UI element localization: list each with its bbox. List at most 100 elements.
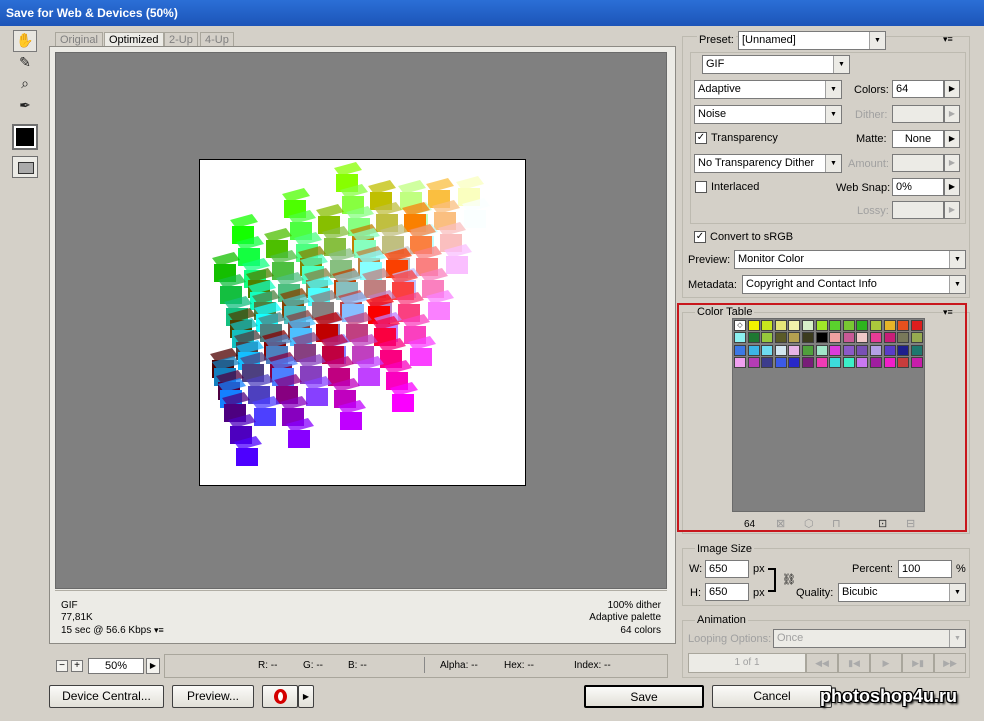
looping-options-select[interactable]: Once ▼ (773, 629, 966, 648)
next-frame-icon[interactable]: ▶▮ (902, 653, 934, 673)
color-swatch[interactable] (883, 344, 896, 356)
browser-preview-button[interactable] (262, 685, 298, 708)
web-snap-stepper-arrow[interactable]: ▶ (944, 178, 960, 196)
color-swatch[interactable] (829, 344, 842, 356)
slice-select-tool-icon[interactable]: ✎ (13, 52, 37, 74)
color-swatch[interactable] (870, 332, 882, 344)
play-icon[interactable]: ▶ (870, 653, 902, 673)
dither-stepper-arrow[interactable]: ▶ (944, 105, 960, 123)
delete-color-icon[interactable]: ⊟ (906, 517, 915, 530)
color-swatch[interactable]: ◇ (734, 320, 746, 331)
color-reduction-select[interactable]: Adaptive ▼ (694, 80, 842, 99)
optimized-image-preview[interactable] (199, 159, 526, 486)
color-swatch[interactable] (734, 344, 746, 356)
color-swatch[interactable] (761, 332, 774, 344)
color-swatch[interactable] (815, 357, 828, 369)
color-swatch[interactable] (829, 332, 842, 344)
download-rate-menu-icon[interactable]: ▾≡ (154, 625, 164, 635)
amount-stepper-arrow[interactable]: ▶ (944, 154, 960, 172)
color-swatch[interactable] (856, 320, 869, 331)
color-swatch[interactable] (802, 357, 814, 369)
lossy-stepper-arrow[interactable]: ▶ (944, 201, 960, 219)
color-swatch[interactable] (802, 332, 814, 344)
settings-menu-icon[interactable]: ▾≡ (943, 34, 953, 45)
color-swatch[interactable] (802, 344, 814, 356)
last-frame-icon[interactable]: ▶▶ (934, 653, 966, 673)
convert-srgb-checkbox[interactable]: ✓ (694, 231, 706, 243)
color-swatch[interactable] (815, 320, 828, 331)
color-swatch[interactable] (897, 357, 910, 369)
color-swatch[interactable] (788, 332, 801, 344)
transparency-checkbox[interactable]: ✓ (695, 132, 707, 144)
dither-field[interactable] (892, 105, 944, 123)
map-transparency-icon[interactable]: ⊠ (776, 517, 785, 530)
color-swatch[interactable] (747, 332, 760, 344)
color-swatch[interactable] (747, 344, 760, 356)
color-swatch[interactable] (897, 332, 910, 344)
hand-tool-icon[interactable]: ✋ (13, 30, 37, 52)
zoom-level-field[interactable]: 50% (88, 658, 144, 674)
format-select[interactable]: GIF ▼ (702, 55, 850, 74)
color-swatch[interactable] (829, 357, 842, 369)
color-swatch[interactable] (870, 344, 882, 356)
color-swatch[interactable] (870, 357, 882, 369)
width-field[interactable]: 650 (705, 560, 749, 578)
tab-optimized[interactable]: Optimized (104, 32, 164, 46)
colors-stepper-arrow[interactable]: ▶ (944, 80, 960, 98)
lock-color-icon[interactable]: ⊓ (832, 517, 841, 530)
color-swatch[interactable] (910, 344, 923, 356)
toggle-slices-visibility-icon[interactable] (12, 156, 38, 178)
dither-algorithm-select[interactable]: Noise ▼ (694, 105, 842, 124)
zoom-in-button[interactable]: + (71, 660, 83, 672)
zoom-out-button[interactable]: − (56, 660, 68, 672)
color-swatch[interactable] (829, 320, 842, 331)
color-swatch[interactable] (883, 332, 896, 344)
quality-select[interactable]: Bicubic ▼ (838, 583, 966, 602)
color-swatch[interactable] (788, 320, 801, 331)
color-swatch[interactable] (774, 320, 787, 331)
device-central-button[interactable]: Device Central... (49, 685, 164, 708)
color-swatch[interactable] (734, 357, 746, 369)
add-color-icon[interactable]: ⊡ (878, 517, 887, 530)
tab-2-up[interactable]: 2-Up (164, 32, 198, 46)
color-swatch[interactable] (842, 344, 855, 356)
color-swatch[interactable] (774, 344, 787, 356)
zoom-tool-icon[interactable]: ⌕ (13, 73, 37, 95)
color-table-grid[interactable]: ◇ (732, 318, 925, 512)
save-button[interactable]: Save (584, 685, 704, 708)
colors-field[interactable]: 64 (892, 80, 944, 98)
link-chain-icon[interactable]: ⛓ (782, 573, 796, 586)
color-swatch[interactable] (910, 357, 923, 369)
color-table-menu-icon[interactable]: ▾≡ (943, 307, 953, 318)
color-swatch[interactable] (788, 344, 801, 356)
color-swatch[interactable] (910, 332, 923, 344)
matte-menu-arrow[interactable]: ▶ (944, 130, 960, 148)
color-swatch[interactable] (747, 320, 760, 331)
color-swatch[interactable] (856, 332, 869, 344)
color-swatch[interactable] (897, 320, 910, 331)
height-field[interactable]: 650 (705, 583, 749, 601)
color-swatch[interactable] (747, 357, 760, 369)
web-snap-field[interactable]: 0% (892, 178, 944, 196)
color-swatch[interactable] (842, 332, 855, 344)
previous-frame-icon[interactable]: ▮◀ (838, 653, 870, 673)
color-swatch[interactable] (910, 320, 923, 331)
color-swatch[interactable] (761, 344, 774, 356)
zoom-menu-arrow[interactable]: ▶ (146, 658, 160, 674)
tab-4-up[interactable]: 4-Up (200, 32, 234, 46)
eyedropper-tool-icon[interactable]: ✒ (13, 95, 37, 117)
preview-color-select[interactable]: Monitor Color ▼ (734, 250, 966, 269)
preview-button[interactable]: Preview... (172, 685, 254, 708)
cancel-button[interactable]: Cancel (712, 685, 832, 708)
color-swatch[interactable] (802, 320, 814, 331)
lossy-field[interactable] (892, 201, 944, 219)
amount-field[interactable] (892, 154, 944, 172)
transparency-dither-select[interactable]: No Transparency Dither ▼ (694, 154, 842, 173)
color-swatch[interactable] (815, 344, 828, 356)
metadata-select[interactable]: Copyright and Contact Info ▼ (742, 275, 966, 294)
color-swatch[interactable] (734, 332, 746, 344)
color-swatch[interactable] (883, 357, 896, 369)
percent-field[interactable]: 100 (898, 560, 952, 578)
color-swatch[interactable] (761, 357, 774, 369)
color-swatch[interactable] (870, 320, 882, 331)
